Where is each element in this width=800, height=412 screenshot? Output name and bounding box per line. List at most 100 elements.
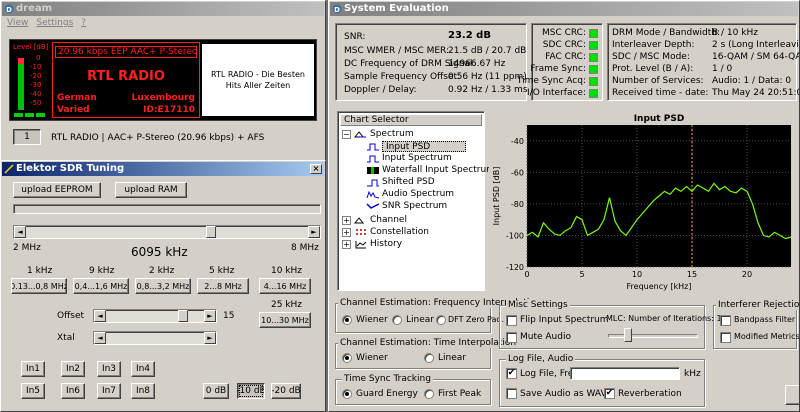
elektor-titlebar[interactable]: Elektor SDR Tuning × [2, 162, 324, 176]
stat-value-1: 14966.67 Hz [448, 59, 506, 69]
input-button-8[interactable]: In8 [131, 383, 155, 399]
band-button-4[interactable]: 4...16 MHz [259, 278, 311, 294]
chart-xtick-label: 20 [742, 270, 752, 279]
interferer-title: Interferer Rejection [716, 300, 799, 310]
tree-item-input-psd[interactable]: Input PSD [382, 141, 466, 152]
freq-max-label: 8 MHz [291, 243, 319, 253]
snr-spectrum-icon [366, 203, 380, 209]
crc-panel: MSC CRC: SDC CRC: FAC CRC: Frame Sync: T… [517, 23, 603, 101]
upload-ram-button[interactable]: upload RAM [115, 182, 187, 198]
input-button-4[interactable]: In4 [131, 361, 155, 377]
crc-label-1: SDC CRC: [542, 40, 586, 50]
tree-item-history[interactable]: History [370, 239, 402, 250]
tree-item-audio-spectrum[interactable]: Audio Spectrum [382, 189, 454, 200]
svg-text:D: D [6, 6, 12, 14]
frequency-scroll-thumb[interactable] [206, 226, 216, 238]
mute-audio-checkbox[interactable] [506, 332, 517, 343]
mlc-slider-thumb[interactable] [624, 328, 632, 342]
xtal-left-icon[interactable]: ◄ [94, 332, 106, 344]
flip-spectrum-checkbox[interactable] [506, 315, 517, 326]
level-tick-0: 0 [36, 54, 41, 62]
misc-settings-title: Misc Settings [506, 300, 570, 310]
offset-scrollbar[interactable]: ◄ ► [93, 309, 217, 323]
dream-titlebar[interactable]: D dream [2, 2, 324, 16]
station-genre: Varied [57, 105, 90, 115]
time-interp-group: Channel Estimation: Time Interpolation W… [335, 338, 519, 369]
stat-label-0: MSC WMER / MSC MER: [344, 46, 450, 56]
bandpass-checkbox[interactable] [720, 315, 731, 326]
input-button-2[interactable]: In2 [61, 361, 85, 377]
band-button-3[interactable]: 2...8 MHz [197, 278, 249, 294]
xtal-scrollbar[interactable]: ◄ ► [93, 331, 217, 345]
band-button-2[interactable]: 0,8...3,2 MHz [135, 278, 191, 294]
log-freq-input[interactable] [570, 367, 680, 380]
menu-view[interactable]: View [7, 17, 28, 30]
input-button-6[interactable]: In6 [61, 383, 85, 399]
band-button-1[interactable]: 0,4...1,6 MHz [73, 278, 129, 294]
atten-20db-button[interactable]: -20 dB [271, 383, 301, 399]
stat-label-2: Sample Frequency Offset: [344, 72, 461, 82]
xtal-right-icon[interactable]: ► [204, 332, 216, 344]
service-1-label: RTL RADIO | AAC+ P-Stereo (20.96 kbps) +… [51, 133, 265, 143]
scroll-right-icon[interactable]: ► [308, 226, 320, 238]
level-meter: 0 -10 -20 -30 -40 -50 [14, 52, 54, 112]
tree-item-waterfall[interactable]: Waterfall Input Spectrum [382, 165, 495, 176]
psd-icon [367, 143, 379, 151]
tree-item-channel[interactable]: Channel [370, 215, 407, 226]
tree-item-snr-spectrum[interactable]: SNR Spectrum [382, 201, 447, 212]
time-interp-title: Channel Estimation: Time Interpolation [338, 338, 519, 348]
offset-left-icon[interactable]: ◄ [94, 310, 106, 322]
reverb-checkbox[interactable]: ✔ [604, 388, 615, 399]
constellation-expand-icon[interactable]: + [342, 228, 351, 237]
freq-dft-radio[interactable] [436, 315, 446, 325]
spectrum-collapse-icon[interactable]: − [342, 130, 351, 139]
sysEval-titlebar[interactable]: D System Evaluation [330, 2, 798, 16]
offset-thumb[interactable] [178, 310, 188, 322]
input-button-1[interactable]: In1 [21, 361, 45, 377]
offset-right-icon[interactable]: ► [204, 310, 216, 322]
time-wiener-radio[interactable] [342, 353, 352, 363]
first-peak-radio[interactable] [424, 389, 434, 399]
menu-settings[interactable]: Settings [36, 17, 73, 30]
close-icon[interactable]: × [310, 164, 322, 174]
guard-energy-radio[interactable] [342, 389, 352, 399]
frequency-scrollbar[interactable]: ◄ ► [13, 225, 321, 239]
tree-item-shifted-psd[interactable]: Shifted PSD [382, 177, 435, 188]
input-psd-chart: Input PSD 0 5 10 15 20 -40 -60 -80 -100 -120 Freque… [489, 111, 799, 291]
band-button-5[interactable]: 10...30 MHz [259, 312, 311, 328]
input-button-5[interactable]: In5 [21, 383, 45, 399]
system-evaluation-window: D System Evaluation SNR: 23.2 dB MSC WME… [328, 0, 800, 412]
freq-linear-radio[interactable] [392, 315, 402, 325]
freq-wiener-radio[interactable] [342, 315, 352, 325]
menu-help[interactable]: ? [81, 17, 86, 30]
tree-item-spectrum[interactable]: Spectrum [370, 129, 414, 140]
scroll-left-icon[interactable]: ◄ [14, 226, 26, 238]
save-wav-checkbox[interactable] [506, 388, 517, 399]
shifted-psd-icon [367, 179, 379, 187]
log-file-checkbox[interactable]: ✔ [506, 368, 517, 379]
offset-label: Offset [57, 311, 85, 321]
input-button-7[interactable]: In7 [97, 383, 121, 399]
tree-item-input-spectrum[interactable]: Input Spectrum [382, 153, 452, 164]
time-sync-title: Time Sync Tracking [342, 374, 433, 384]
close-partial-button[interactable] [785, 385, 799, 405]
svg-text:D: D [334, 6, 340, 14]
chart-ytick-label: -100 [506, 231, 524, 240]
history-expand-icon[interactable]: + [342, 240, 351, 249]
stat-label-3: Doppler / Delay: [344, 85, 417, 95]
service-1-button[interactable]: 1 [13, 129, 41, 145]
input-button-3[interactable]: In3 [97, 361, 121, 377]
modified-metrics-checkbox[interactable] [720, 332, 731, 343]
time-sync-group: Time Sync Tracking Guard Energy First Pe… [335, 374, 491, 405]
station-language: German [57, 93, 97, 103]
tree-item-constellation[interactable]: Constellation [370, 227, 429, 238]
upload-eeprom-button[interactable]: upload EEPROM [13, 182, 101, 198]
freq-dft-label: DFT Zero Pad. [448, 315, 504, 324]
atten-10db-button[interactable]: -10 dB [237, 383, 265, 399]
channel-expand-icon[interactable]: + [342, 216, 351, 225]
band-button-0[interactable]: 0.13...0,8 MHz [11, 278, 67, 294]
time-linear-radio[interactable] [424, 353, 434, 363]
atten-0db-button[interactable]: 0 dB [203, 383, 229, 399]
level-tick-4: -40 [30, 90, 42, 98]
frequency-display: 6095 kHz [131, 245, 188, 259]
